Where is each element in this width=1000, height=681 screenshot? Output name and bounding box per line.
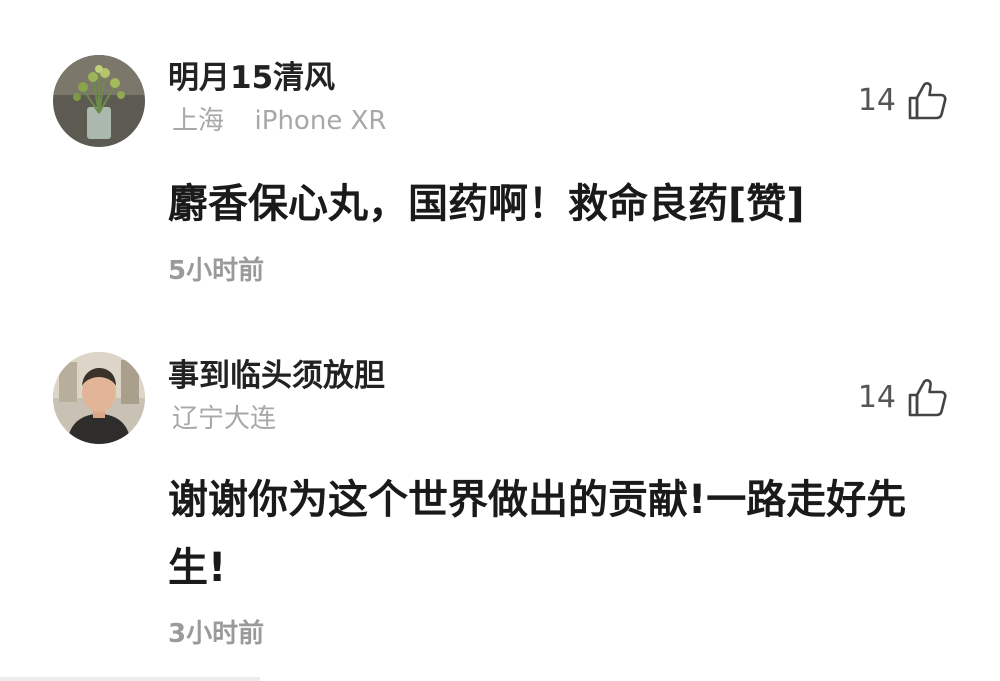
username[interactable]: 事到临头须放胆 — [168, 356, 385, 396]
like-button[interactable]: 14 — [858, 377, 948, 419]
thumbs-up-icon — [908, 379, 947, 417]
like-button[interactable]: 14 — [858, 80, 948, 122]
username[interactable]: 明月15清风 — [168, 58, 335, 98]
user-meta: 辽宁大连 — [172, 402, 276, 436]
avatar-image-person — [53, 352, 145, 444]
timestamp: 5小时前 — [168, 256, 265, 286]
user-meta: 上海 iPhone XR — [172, 104, 386, 138]
avatar-image-flowers — [53, 55, 145, 147]
device-label: iPhone XR — [254, 106, 387, 136]
comment-text: 谢谢你为这个世界做出的贡献!一路走好先生! — [168, 477, 907, 591]
like-count: 14 — [857, 83, 896, 118]
avatar[interactable] — [53, 352, 145, 444]
avatar[interactable] — [53, 55, 145, 147]
timestamp: 3小时前 — [168, 619, 265, 649]
like-count: 14 — [857, 380, 896, 415]
thumbs-up-icon — [908, 82, 947, 120]
location-label: 上海 — [172, 106, 225, 136]
comment-text: 麝香保心丸，国药啊！救命良药[赞] — [168, 181, 805, 227]
comment-feed: 明月15清风 上海 iPhone XR 14 麝香保心丸，国药啊！救命良药[赞]… — [0, 0, 1000, 681]
bottom-divider — [0, 677, 260, 681]
location-label: 辽宁大连 — [172, 404, 277, 434]
